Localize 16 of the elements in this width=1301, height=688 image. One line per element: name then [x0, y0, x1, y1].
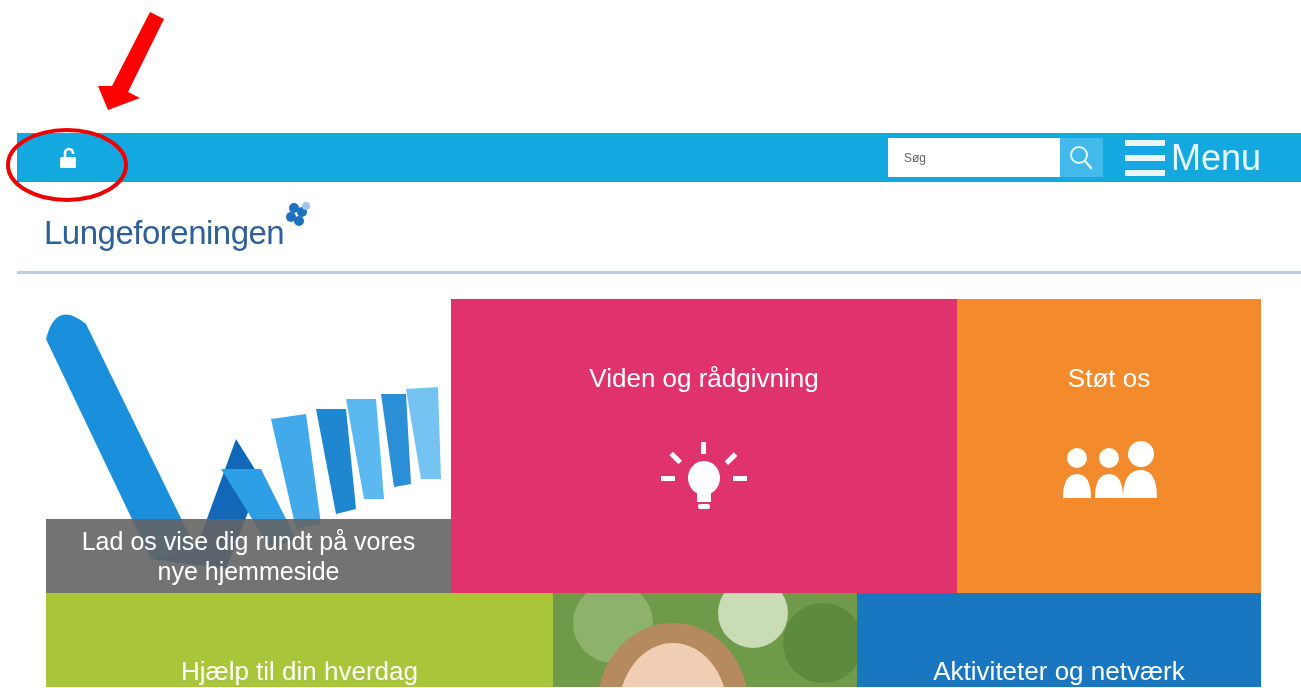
tile-title: Aktiviteter og netværk [933, 656, 1185, 687]
unlocked-padlock-icon[interactable] [57, 146, 79, 169]
menu-icon [1124, 138, 1165, 177]
category-tile[interactable]: Aktiviteter og netværk [857, 593, 1261, 687]
category-tile[interactable]: Viden og rådgivning [451, 299, 957, 593]
tile-caption: Lad os vise dig rundt på vores nye hjemmeside [46, 519, 451, 593]
tile-title: Hjælp til din hverdag [181, 656, 418, 687]
menu-button[interactable]: Menu [1124, 136, 1261, 179]
logo-link[interactable]: Lungeforeningen [44, 200, 315, 252]
people-group-icon [1061, 440, 1157, 500]
search-icon [1068, 143, 1095, 172]
search-field[interactable]: Søg [887, 138, 1060, 177]
search-button[interactable] [1059, 138, 1103, 177]
tile-title: Støt os [1067, 363, 1151, 394]
tile-title: Viden og rådgivning [589, 363, 819, 394]
category-tile[interactable]: Støt os [957, 299, 1261, 593]
